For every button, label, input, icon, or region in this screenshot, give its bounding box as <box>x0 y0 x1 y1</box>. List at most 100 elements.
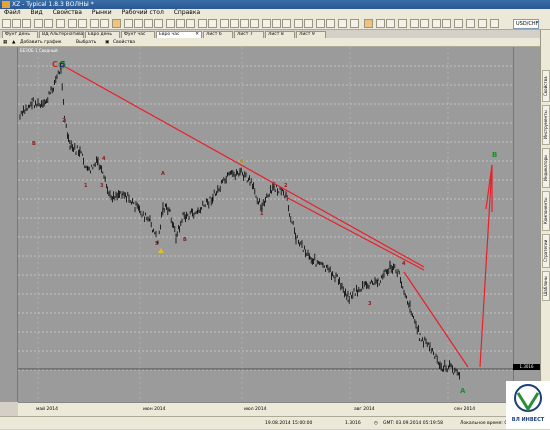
arrow-tool-icon[interactable] <box>166 19 175 28</box>
price-axis[interactable] <box>513 47 540 402</box>
menu-help[interactable]: Справка <box>170 9 204 17</box>
layout-icon[interactable] <box>398 19 407 28</box>
tab-vd-alternativa[interactable]: ВД Альтернатива <box>39 31 84 38</box>
new-icon[interactable] <box>2 19 11 28</box>
tab-funt-den[interactable]: Фунт день <box>2 31 38 38</box>
open-icon[interactable] <box>12 19 21 28</box>
tab-evro-chas[interactable]: Евро час ✕ <box>156 31 202 38</box>
side-tab-strategies[interactable]: Стратегии <box>542 234 550 268</box>
status-gmt: GMT: 03.09.2014 05:19:58 <box>383 421 443 426</box>
chart-canvas[interactable]: C 5BAB421AB5412433 <box>18 47 513 402</box>
candle-icon[interactable] <box>230 19 239 28</box>
pointer-icon[interactable] <box>112 19 121 28</box>
undo-icon[interactable] <box>56 19 65 28</box>
wave-label-mid-a: A <box>161 171 165 177</box>
indicator-icon[interactable] <box>316 19 325 28</box>
price-chart[interactable]: C5BAB421AB5412433 <box>18 47 513 402</box>
left-gutter <box>0 47 18 402</box>
link-icon[interactable] <box>420 19 429 28</box>
delete-icon[interactable] <box>208 19 217 28</box>
wave-tool-icon[interactable] <box>198 19 207 28</box>
line-chart-icon[interactable] <box>250 19 259 28</box>
trendline-steep <box>403 271 469 368</box>
wave-label-right-4: 4 <box>402 261 406 267</box>
wave-label-right-2: 2 <box>284 183 288 189</box>
lock-icon[interactable] <box>386 19 395 28</box>
grid-icon[interactable] <box>220 19 229 28</box>
print-icon[interactable] <box>34 19 43 28</box>
period-icon[interactable] <box>262 19 271 28</box>
tab-list-6[interactable]: Лист 6 <box>203 31 233 38</box>
menu-properties[interactable]: Свойства <box>49 9 86 17</box>
select-button[interactable]: Выбрать <box>76 38 96 47</box>
triangle-marker <box>158 248 164 253</box>
crosshair-icon[interactable] <box>90 19 99 28</box>
properties-button[interactable]: Свойства <box>113 38 135 47</box>
wave-label-left-b: B <box>32 141 36 147</box>
main-toolbar: USD/CHF <box>0 17 550 30</box>
side-tab-properties[interactable]: Свойства <box>542 70 550 102</box>
text-tool-icon[interactable] <box>154 19 163 28</box>
fibo-tool-icon[interactable] <box>144 19 153 28</box>
tab-list-7[interactable]: Лист 7 <box>234 31 264 38</box>
side-tab-indicators[interactable]: Индикаторы <box>542 148 550 188</box>
template-icon[interactable] <box>282 19 291 28</box>
side-tab-tools[interactable]: Инструменты <box>542 105 550 145</box>
projection-arrow <box>479 164 493 368</box>
refresh-icon[interactable] <box>478 19 487 28</box>
rect-tool-icon[interactable] <box>176 19 185 28</box>
draw-mode-icon[interactable] <box>364 19 373 28</box>
status-value: 1.3016 <box>345 421 361 426</box>
magnet-icon[interactable] <box>376 19 385 28</box>
wave-label-mid-4: 4 <box>240 159 244 165</box>
side-panel: Свойства Инструменты Индикаторы Компонен… <box>540 30 550 429</box>
bar-icon[interactable] <box>240 19 249 28</box>
window-title-bar: XZ - Typical 1.8.3 ВОЛНЫ * <box>0 0 550 9</box>
zoom-out-icon[interactable] <box>78 19 87 28</box>
tab-funt-chas[interactable]: Фунт час <box>121 31 155 38</box>
tab-evro-chas-label: Евро час <box>159 32 180 37</box>
symbol-select[interactable]: USD/CHF <box>513 19 539 29</box>
menu-view[interactable]: Вид <box>27 9 47 17</box>
wave-label-mid-3: 3 <box>100 183 104 189</box>
sync-icon[interactable] <box>410 19 419 28</box>
wave-label-right-1: 1 <box>260 211 264 217</box>
tab-evro-den[interactable]: Евро день <box>85 31 120 38</box>
time-axis[interactable]: май 2014 июн 2014 июл 2014 авг 2014 сен … <box>18 402 513 416</box>
width-icon[interactable] <box>442 19 451 28</box>
line-tool-icon[interactable] <box>124 19 133 28</box>
tab-list-8[interactable]: Лист 8 <box>265 31 295 38</box>
search-icon[interactable] <box>490 19 499 28</box>
menu-desktop[interactable]: Рабочий стол <box>118 9 168 17</box>
wave-label-left-1: 1 <box>84 183 88 189</box>
x-label-jul: июл 2014 <box>244 407 267 412</box>
strategy-icon[interactable] <box>326 19 335 28</box>
grid-small-icon[interactable]: ▦ <box>3 38 7 47</box>
brand-emblem-icon <box>514 384 542 412</box>
add-chart-button[interactable]: Добавить график <box>20 38 62 47</box>
chart-type-icon[interactable] <box>454 19 463 28</box>
zoom-in-icon[interactable] <box>68 19 77 28</box>
symbol-value: USD/CHF <box>516 21 539 27</box>
settings-icon[interactable] <box>304 19 313 28</box>
news-icon[interactable] <box>350 19 359 28</box>
wave-label-left-2: 2 <box>62 118 66 124</box>
color-icon[interactable] <box>432 19 441 28</box>
properties-icon: ▣ <box>105 40 110 45</box>
ellipse-tool-icon[interactable] <box>186 19 195 28</box>
timeframe-icon[interactable] <box>466 19 475 28</box>
side-tab-templates[interactable]: Шаблоны <box>542 271 550 301</box>
alert-icon[interactable] <box>338 19 347 28</box>
copy-icon[interactable] <box>44 19 53 28</box>
save-icon[interactable] <box>22 19 31 28</box>
tab-list-9[interactable]: Лист 9 <box>296 31 326 38</box>
menu-file[interactable]: Файл <box>0 9 25 17</box>
menu-markets[interactable]: Рынки <box>88 9 116 17</box>
screenshot-icon[interactable] <box>294 19 303 28</box>
hand-icon[interactable] <box>100 19 109 28</box>
chart-legend: БЕЗОБ 1 Сводный <box>20 48 58 53</box>
scale-icon[interactable] <box>272 19 281 28</box>
wave-label-c: C <box>52 60 58 69</box>
channel-tool-icon[interactable] <box>134 19 143 28</box>
side-tab-components[interactable]: Компоненты <box>542 191 550 231</box>
